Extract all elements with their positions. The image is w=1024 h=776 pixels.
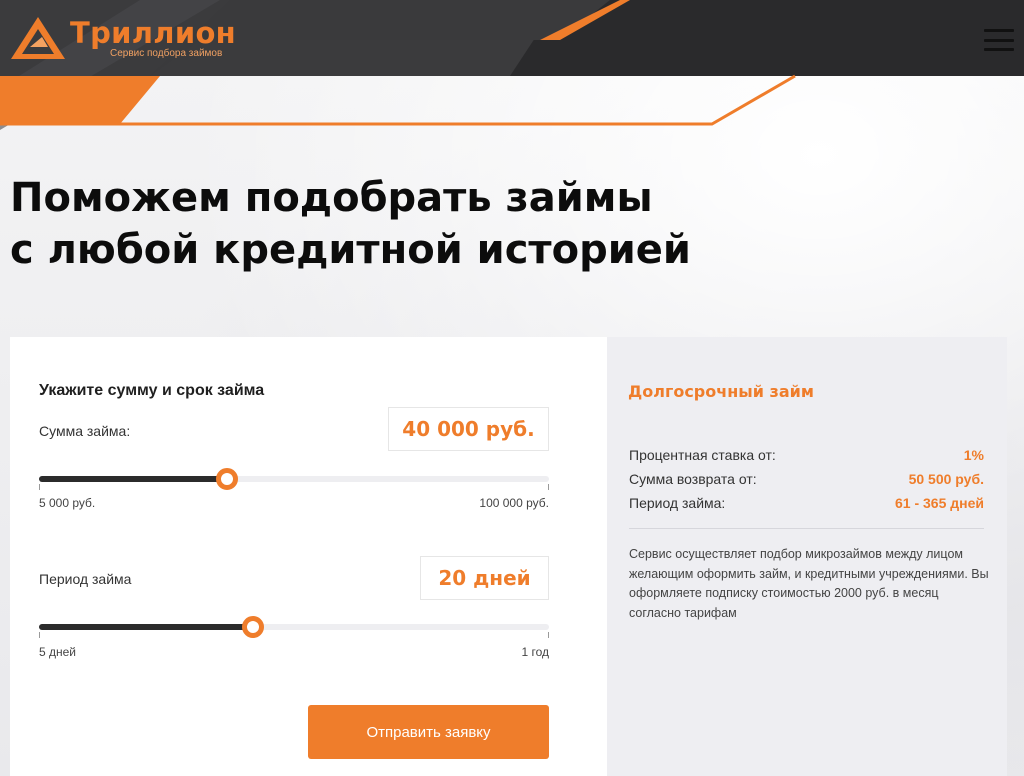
amount-min-tick [39, 484, 40, 490]
calculator-heading: Укажите сумму и срок займа [39, 382, 265, 399]
site-header: Триллион Сервис подбора займов [0, 0, 1024, 76]
period-max-tick [548, 632, 549, 638]
period-slider[interactable] [39, 612, 549, 642]
brand-name: Триллион [70, 15, 237, 50]
brand-tagline: Сервис подбора займов [110, 47, 223, 59]
offer-row-value: 50 500 руб. [908, 471, 984, 487]
amount-slider-fill [39, 476, 227, 482]
amount-min-label: 5 000 руб. [39, 496, 96, 510]
triangle-logo-icon [11, 17, 65, 59]
title-line-1: Поможем подобрать займы [10, 175, 653, 221]
offer-details: Процентная ставка от: 1% Сумма возврата … [629, 443, 984, 515]
offer-row-period: Период займа: 61 - 365 дней [629, 491, 984, 515]
period-value[interactable]: 20 дней [420, 556, 549, 600]
amount-max-tick [548, 484, 549, 490]
period-slider-handle[interactable] [242, 616, 264, 638]
service-disclaimer: Сервис осуществляет подбор микрозаймов м… [629, 547, 989, 620]
amount-max-label: 100 000 руб. [479, 496, 549, 510]
offer-heading: Долгосрочный займ [628, 382, 814, 401]
menu-bar [984, 29, 1014, 32]
period-min-label: 5 дней [39, 645, 77, 659]
offer-row-label: Сумма возврата от: [629, 471, 757, 487]
menu-bar [984, 48, 1014, 51]
page-title: Поможем подобрать займы с любой кредитно… [10, 172, 770, 276]
period-min-tick [39, 632, 40, 638]
submit-application-button[interactable]: Отправить заявку [308, 705, 549, 759]
hamburger-menu-icon[interactable] [984, 29, 1014, 51]
amount-label: Сумма займа: [39, 423, 131, 439]
offer-row-label: Процентная ставка от: [629, 447, 776, 463]
offer-row-rate: Процентная ставка от: 1% [629, 443, 984, 467]
loan-calculator: Укажите сумму и срок займа Сумма займа: … [10, 337, 607, 776]
title-line-2: с любой кредитной историей [10, 227, 691, 273]
brand-logo[interactable]: Триллион Сервис подбора займов [8, 13, 236, 63]
amount-slider-handle[interactable] [216, 468, 238, 490]
offer-row-label: Период займа: [629, 495, 726, 511]
offer-divider [629, 528, 984, 529]
offer-row-value: 1% [963, 447, 984, 463]
amount-value[interactable]: 40 000 руб. [388, 407, 549, 451]
period-max-label: 1 год [521, 645, 549, 659]
offer-row-repayment: Сумма возврата от: 50 500 руб. [629, 467, 984, 491]
offer-row-value: 61 - 365 дней [895, 495, 984, 511]
amount-slider[interactable] [39, 464, 549, 494]
offer-panel: Долгосрочный займ Процентная ставка от: … [607, 337, 1007, 776]
period-label: Период займа [39, 571, 132, 587]
period-slider-fill [39, 624, 253, 630]
menu-bar [984, 38, 1014, 42]
